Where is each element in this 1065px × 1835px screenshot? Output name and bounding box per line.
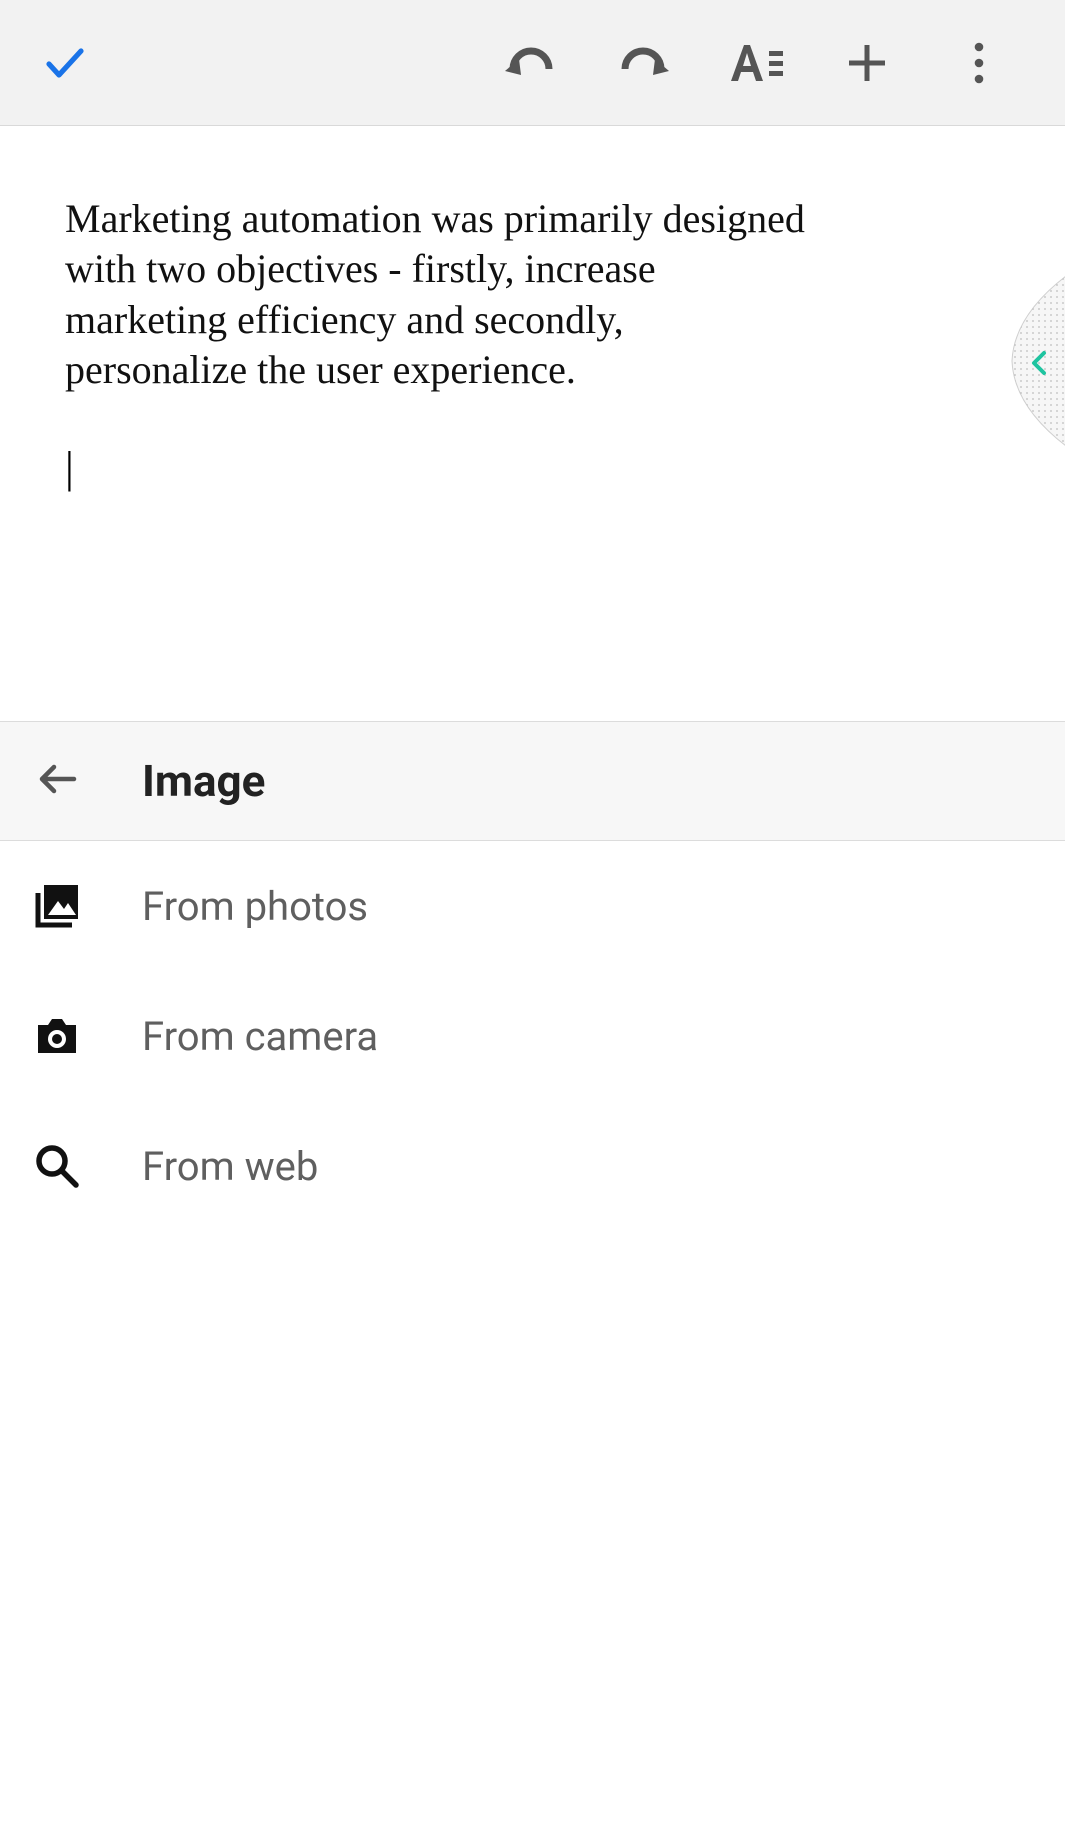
arrow-left-icon <box>34 756 80 806</box>
text-format-icon <box>727 41 783 85</box>
menu-item-label: From web <box>142 1143 318 1190</box>
menu-item-from-photos[interactable]: From photos <box>0 841 1065 971</box>
panel-back-button[interactable] <box>30 754 84 808</box>
check-icon <box>41 39 89 87</box>
redo-icon <box>615 43 671 83</box>
panel-title: Image <box>142 755 265 807</box>
confirm-button[interactable] <box>30 28 100 98</box>
photo-library-icon <box>30 879 84 933</box>
menu-item-from-web[interactable]: From web <box>0 1101 1065 1231</box>
text-cursor: | <box>65 446 1000 490</box>
redo-button[interactable] <box>587 28 699 98</box>
undo-icon <box>503 43 559 83</box>
image-menu: From photos From camera From web <box>0 841 1065 1231</box>
document-text[interactable]: Marketing automation was primarily desig… <box>65 194 805 396</box>
add-button[interactable] <box>811 28 923 98</box>
toolbar <box>0 0 1065 126</box>
text-format-button[interactable] <box>699 28 811 98</box>
plus-icon <box>845 41 889 85</box>
menu-item-label: From camera <box>142 1013 378 1060</box>
more-button[interactable] <box>923 28 1035 98</box>
panel-header: Image <box>0 721 1065 841</box>
document-editor[interactable]: Marketing automation was primarily desig… <box>0 126 1065 721</box>
undo-button[interactable] <box>475 28 587 98</box>
more-vert-icon <box>969 39 989 87</box>
camera-icon <box>30 1009 84 1063</box>
side-handle[interactable] <box>994 276 1065 446</box>
menu-item-label: From photos <box>142 883 368 930</box>
menu-item-from-camera[interactable]: From camera <box>0 971 1065 1101</box>
search-icon <box>30 1139 84 1193</box>
